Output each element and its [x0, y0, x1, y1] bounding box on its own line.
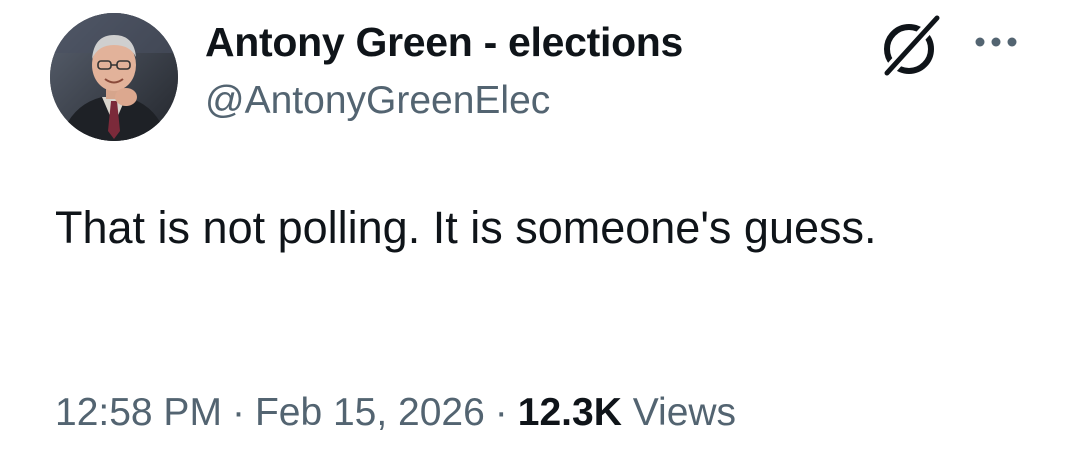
- meta-separator: ·: [231, 391, 245, 434]
- tweet-meta: 12:58 PM · Feb 15, 2026 · 12.3K Views: [55, 388, 736, 438]
- author-display-name[interactable]: Antony Green - elections: [205, 18, 683, 66]
- avatar[interactable]: [50, 13, 178, 141]
- tweet-date[interactable]: Feb 15, 2026: [255, 391, 485, 434]
- meta-separator: ·: [494, 391, 508, 434]
- profile-photo: [50, 13, 178, 141]
- views-count[interactable]: 12.3K: [518, 391, 622, 434]
- grok-button[interactable]: [878, 11, 944, 80]
- grok-slash-circle-icon: [880, 11, 944, 80]
- more-options-button[interactable]: [972, 30, 1024, 54]
- views-label[interactable]: Views: [633, 391, 736, 434]
- tweet-text: That is not polling. It is someone's gue…: [55, 202, 877, 253]
- tweet-time[interactable]: 12:58 PM: [55, 391, 222, 434]
- author-info: Antony Green - elections @AntonyGreenEle…: [205, 18, 683, 124]
- more-dots-icon: [975, 37, 1017, 47]
- tweet-card: Antony Green - elections @AntonyGreenEle…: [0, 0, 1080, 471]
- author-handle[interactable]: @AntonyGreenElec: [205, 78, 683, 124]
